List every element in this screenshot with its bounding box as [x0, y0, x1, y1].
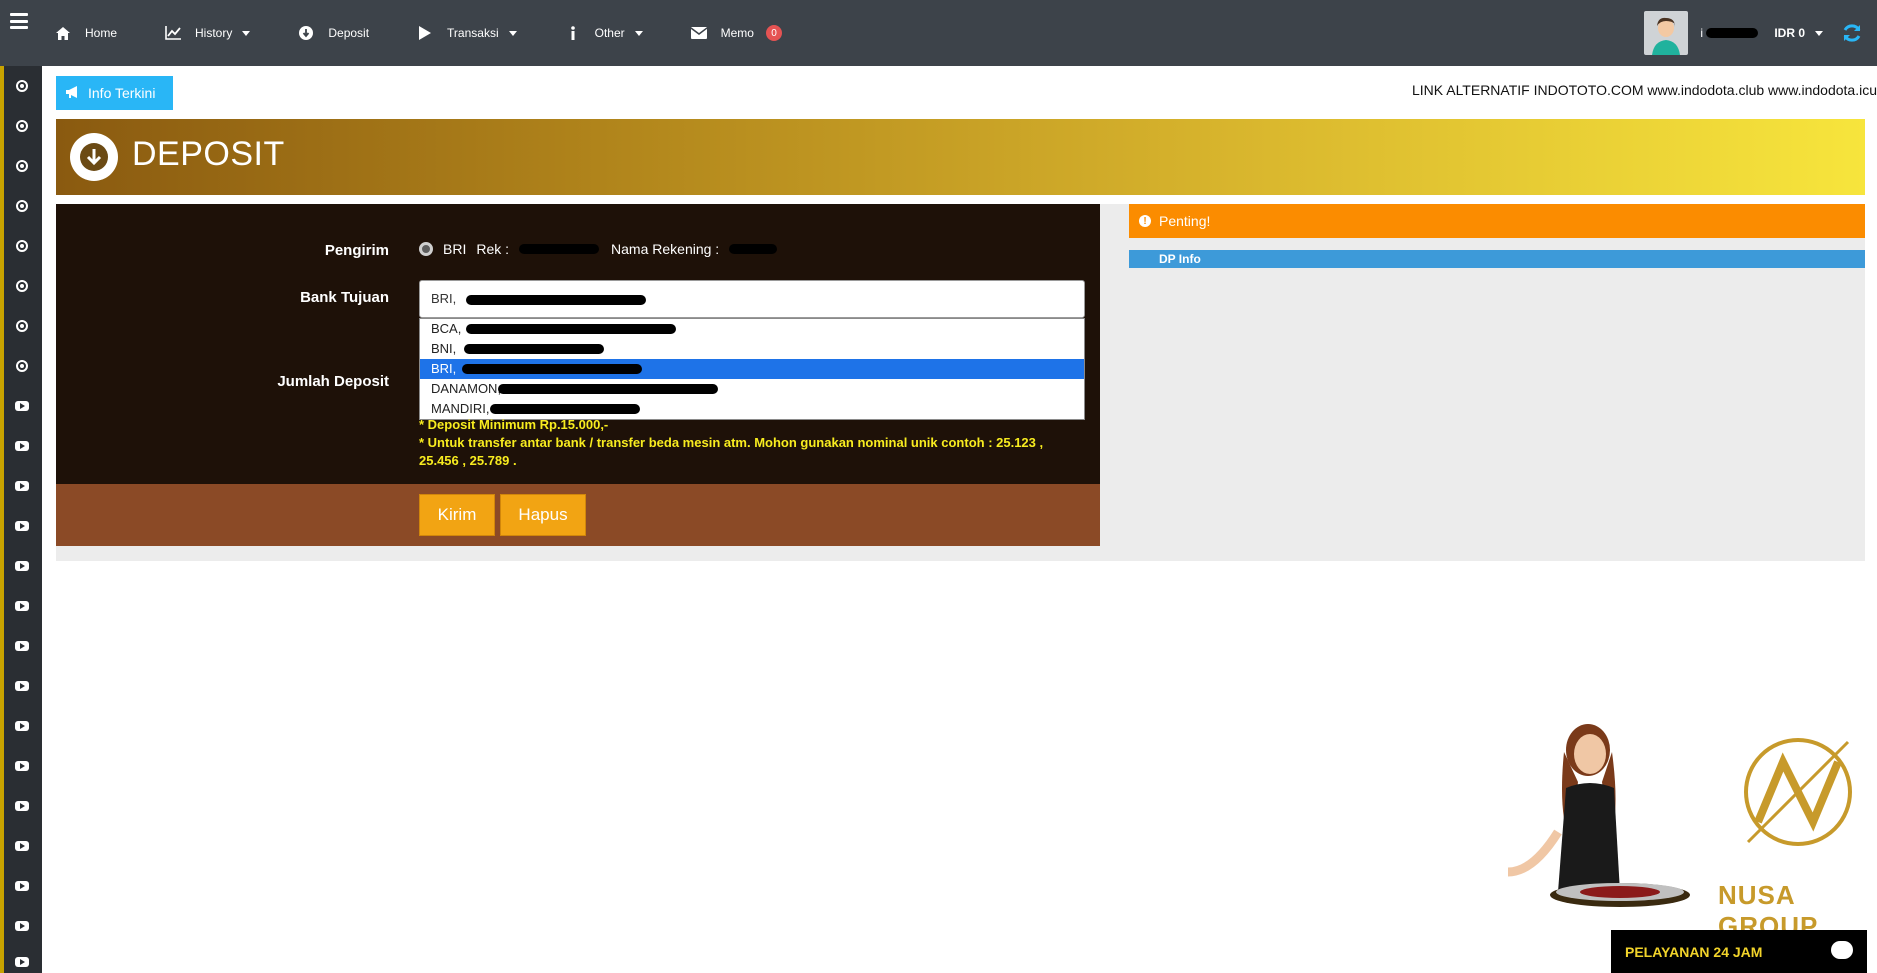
warning-label: Penting! — [1159, 213, 1211, 229]
video-icon[interactable] — [14, 758, 30, 774]
video-icon[interactable] — [14, 878, 30, 894]
redacted-block — [490, 404, 640, 414]
sender-row: BRI Rek : Nama Rekening : — [419, 241, 778, 257]
page-title: DEPOSIT — [132, 135, 285, 173]
redacted-block — [519, 244, 600, 254]
target-icon[interactable] — [14, 158, 30, 174]
video-icon[interactable] — [14, 398, 30, 414]
target-icon[interactable] — [14, 238, 30, 254]
top-navbar: Home History Deposit Transaksi Other Mem… — [0, 0, 1877, 66]
video-icon[interactable] — [14, 598, 30, 614]
video-icon[interactable] — [14, 678, 30, 694]
left-sidebar — [0, 66, 42, 973]
video-icon[interactable] — [14, 638, 30, 654]
info-terkini-label: Info Terkini — [88, 85, 156, 101]
dest-bank-selected: BRI, — [431, 291, 457, 306]
video-icon[interactable] — [14, 798, 30, 814]
nav-home-label: Home — [85, 26, 118, 40]
main-nav: Home History Deposit Transaksi Other Mem… — [55, 0, 830, 66]
nav-other-label: Other — [594, 26, 625, 40]
deposit-icon — [298, 25, 314, 41]
video-icon[interactable] — [14, 478, 30, 494]
chevron-down-icon — [242, 30, 251, 36]
nav-memo[interactable]: Memo 0 — [690, 0, 782, 66]
sender-name-label: Nama Rekening : — [611, 241, 720, 257]
min-deposit-note: * Deposit Minimum Rp.15.000,- — [419, 417, 609, 432]
target-icon[interactable] — [14, 198, 30, 214]
redacted-block — [464, 344, 604, 354]
refresh-icon[interactable] — [1841, 22, 1863, 44]
nav-transaksi[interactable]: Transaksi — [417, 0, 517, 66]
video-icon[interactable] — [14, 438, 30, 454]
video-icon[interactable] — [14, 918, 30, 934]
megaphone-icon — [66, 85, 80, 101]
chevron-down-icon[interactable] — [1815, 30, 1823, 36]
target-icon[interactable] — [14, 318, 30, 334]
unique-amount-note: * Untuk transfer antar bank / transfer b… — [419, 435, 1044, 468]
play-icon — [417, 25, 433, 41]
sender-bank: BRI — [443, 241, 467, 257]
video-icon[interactable] — [14, 558, 30, 574]
dropdown-option[interactable]: DANAMON, — [420, 379, 1084, 399]
redacted-block — [462, 364, 642, 374]
live-chat-button[interactable]: PELAYANAN 24 JAM — [1611, 930, 1867, 973]
nav-history-label: History — [195, 26, 233, 40]
target-icon[interactable] — [14, 118, 30, 134]
nav-transaksi-label: Transaksi — [447, 26, 499, 40]
balance: IDR 0 — [1774, 26, 1805, 40]
live-chat-label: PELAYANAN 24 JAM — [1625, 943, 1763, 960]
redacted-block — [498, 384, 718, 394]
username: i — [1700, 26, 1760, 40]
chevron-down-icon — [508, 30, 517, 36]
sender-rek-label: Rek : — [476, 241, 510, 257]
dropdown-option-selected[interactable]: BRI, — [420, 359, 1084, 379]
home-icon — [55, 25, 71, 41]
target-icon[interactable] — [14, 78, 30, 94]
warning-box: ! Penting! — [1129, 204, 1865, 238]
dropdown-option[interactable]: BNI, — [420, 339, 1084, 359]
reset-button[interactable]: Hapus — [500, 494, 586, 536]
video-icon[interactable] — [14, 954, 30, 970]
video-icon[interactable] — [14, 838, 30, 854]
deposit-icon — [70, 133, 118, 181]
redacted-block — [729, 244, 778, 254]
redacted-block — [1706, 28, 1759, 38]
exclamation-icon: ! — [1139, 215, 1151, 227]
video-icon[interactable] — [14, 718, 30, 734]
nav-memo-label: Memo — [720, 26, 754, 40]
submit-button[interactable]: Kirim — [419, 494, 495, 536]
nav-other[interactable]: Other — [565, 0, 643, 66]
redacted-block — [466, 324, 676, 334]
avatar[interactable] — [1644, 11, 1689, 55]
dp-info-bar[interactable]: DP Info — [1129, 250, 1865, 268]
memo-count-badge: 0 — [765, 25, 782, 41]
sender-radio[interactable] — [419, 242, 433, 256]
hamburger-menu-icon[interactable] — [8, 10, 30, 32]
nav-deposit-label: Deposit — [328, 26, 370, 40]
redacted-block — [465, 294, 646, 305]
promo-graphic: NUSA GROUP — [1498, 722, 1877, 941]
chevron-down-icon — [634, 30, 643, 36]
dest-bank-select[interactable]: BRI, — [419, 280, 1085, 318]
dest-bank-dropdown: BCA, BNI, BRI, DANAMON, MANDIRI, — [419, 318, 1085, 420]
chat-icon — [1831, 941, 1853, 959]
announcement-marquee: LINK ALTERNATIF INDOTOTO.COM www.indodot… — [1411, 82, 1877, 98]
amount-label: Jumlah Deposit — [277, 373, 389, 390]
target-icon[interactable] — [14, 358, 30, 374]
nav-history[interactable]: History — [165, 0, 251, 66]
username-text: i — [1700, 26, 1703, 40]
info-icon — [565, 25, 581, 41]
video-icon[interactable] — [14, 518, 30, 534]
dest-bank-label: Bank Tujuan — [300, 289, 389, 306]
page-banner: DEPOSIT — [56, 119, 1865, 195]
info-terkini-button[interactable]: Info Terkini — [56, 76, 173, 110]
sender-label: Pengirim — [324, 242, 389, 259]
chart-icon — [165, 25, 182, 41]
target-icon[interactable] — [14, 278, 30, 294]
envelope-icon — [690, 25, 707, 41]
user-area: i IDR 0 — [1644, 0, 1877, 66]
nav-deposit[interactable]: Deposit — [298, 0, 369, 66]
dropdown-option[interactable]: BCA, — [420, 319, 1084, 339]
nav-home[interactable]: Home — [55, 0, 117, 66]
